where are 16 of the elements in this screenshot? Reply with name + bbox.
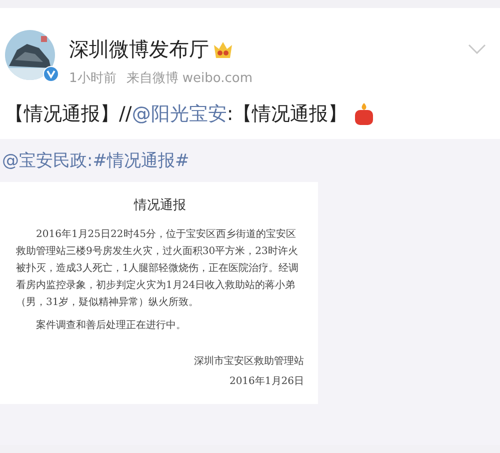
crown-icon xyxy=(213,40,233,58)
repost-text[interactable]: @宝安民政:#情况通报# xyxy=(0,149,190,172)
document-date: 2016年1月26日 xyxy=(229,375,304,388)
post-text: :【情况通报】 xyxy=(226,103,348,125)
mention-link[interactable]: @阳光宝安 xyxy=(132,103,227,125)
verified-badge-icon xyxy=(43,66,59,82)
document-title: 情况通报 xyxy=(134,197,186,214)
candle-icon xyxy=(353,102,376,126)
document-image[interactable]: 情况通报 2016年1月25日22时45分，位于宝安区西乡街道的宝安区救助管理站三楼9号房发生火灾，过火面积30平方米，23时许火被扑灭，造成3人死亡，1人腿部轻微烧伤，正在医院治疗。经调看房内监控录象，初步判定火灾为1月24日收入救助站的蒋小弟（男，31岁，疑似精神异常）纵火所致。 案件调查和善后处理正在进行中。 深圳市宝安区救助管理站 2016年1月26日 xyxy=(0,182,318,404)
post-time: 1小时前 xyxy=(69,70,116,87)
document-paragraph: 案件调查和善后处理正在进行中。 xyxy=(35,318,187,333)
document-paragraph: 2016年1月25日22时45分，位于宝安区西乡街道的宝安区救助管理站三楼9号房发生火灾，过火面积30平方米，23时许火被扑灭，造成3人死亡，1人腿部轻微烧伤，正在医院治疗。经调看房内监控录象，初步判定火灾为1月24日收入救助站的蒋小弟（男，31岁，疑似精神异常）纵火所致。 xyxy=(16,228,300,310)
document-signature: 深圳市宝安区救助管理站 xyxy=(194,354,304,368)
author-name[interactable]: 深圳微博发布厅 xyxy=(69,36,209,63)
post-source: 来自微博 weibo.com xyxy=(126,70,253,87)
post-text: 【情况通报】// xyxy=(5,103,132,125)
